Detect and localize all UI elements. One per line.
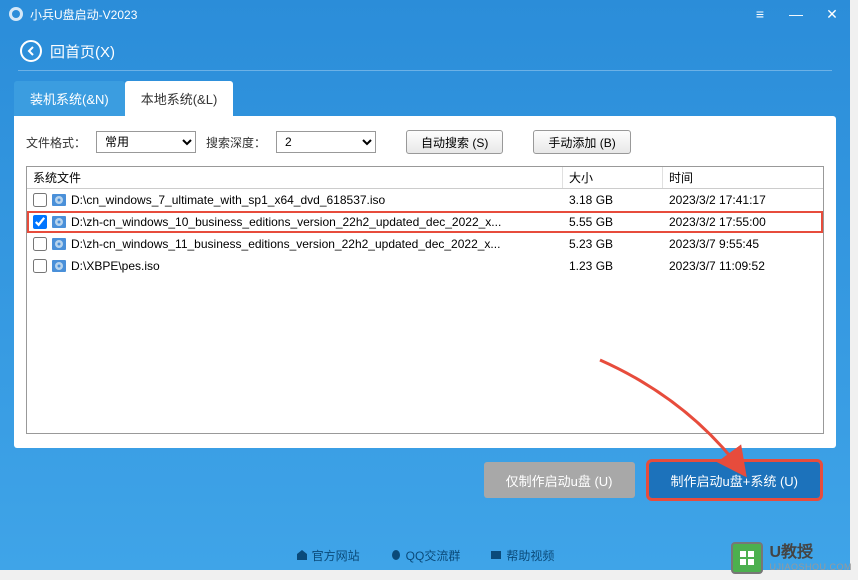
watermark-name: U教授 (769, 543, 852, 562)
file-path: D:\zh-cn_windows_10_business_editions_ve… (71, 215, 501, 229)
header-file[interactable]: 系统文件 (27, 167, 563, 188)
file-size: 1.23 GB (563, 255, 663, 277)
video-icon (490, 549, 502, 561)
file-path: D:\zh-cn_windows_11_business_editions_ve… (71, 237, 500, 251)
qq-group-link[interactable]: QQ交流群 (390, 547, 461, 564)
file-time: 2023/3/2 17:41:17 (663, 189, 823, 211)
divider (18, 70, 832, 71)
main-panel: 文件格式： 常用 搜索深度： 2 自动搜索 (S) 手动添加 (B) 系统文件 … (14, 116, 836, 448)
home-icon (296, 549, 308, 561)
close-button[interactable]: ✕ (822, 4, 842, 24)
make-usb-system-button[interactable]: 制作启动u盘+系统 (U) (649, 462, 820, 498)
header-size[interactable]: 大小 (563, 167, 663, 188)
back-arrow-icon (20, 40, 42, 62)
minimize-button[interactable]: — (786, 4, 806, 24)
footer-buttons: 仅制作启动u盘 (U) 制作启动u盘+系统 (U) (14, 448, 836, 498)
file-path: D:\XBPE\pes.iso (71, 259, 160, 273)
window-title: 小兵U盘启动-V2023 (30, 6, 750, 23)
file-time: 2023/3/7 11:09:52 (663, 255, 823, 277)
depth-label: 搜索深度： (206, 134, 266, 151)
watermark-url: UJIAOSHOU.COM (769, 562, 852, 573)
disk-icon (51, 215, 67, 229)
app-icon (8, 6, 24, 22)
bottom-bar: 官方网站 QQ交流群 帮助视频 (0, 540, 850, 570)
back-label: 回首页(X) (50, 41, 115, 62)
file-size: 5.55 GB (563, 211, 663, 233)
row-checkbox[interactable] (33, 215, 47, 229)
tab-local-system[interactable]: 本地系统(&L) (125, 81, 234, 116)
row-checkbox[interactable] (33, 259, 47, 273)
disk-icon (51, 259, 67, 273)
format-select[interactable]: 常用 (96, 131, 196, 153)
auto-search-button[interactable]: 自动搜索 (S) (406, 130, 503, 154)
file-size: 3.18 GB (563, 189, 663, 211)
back-button[interactable]: 回首页(X) (0, 28, 850, 70)
row-checkbox[interactable] (33, 237, 47, 251)
table-row[interactable]: D:\zh-cn_windows_10_business_editions_ve… (27, 211, 823, 233)
row-checkbox[interactable] (33, 193, 47, 207)
file-time: 2023/3/7 9:55:45 (663, 233, 823, 255)
table-row[interactable]: D:\cn_windows_7_ultimate_with_sp1_x64_dv… (27, 189, 823, 211)
table-row[interactable]: D:\XBPE\pes.iso 1.23 GB2023/3/7 11:09:52 (27, 255, 823, 277)
depth-select[interactable]: 2 (276, 131, 376, 153)
table-row[interactable]: D:\zh-cn_windows_11_business_editions_ve… (27, 233, 823, 255)
file-table: 系统文件 大小 时间 D:\cn_windows_7_ultimate_with… (26, 166, 824, 434)
header-time[interactable]: 时间 (663, 167, 823, 188)
tutorial-link[interactable]: 帮助视频 (490, 547, 554, 564)
filter-row: 文件格式： 常用 搜索深度： 2 自动搜索 (S) 手动添加 (B) (26, 130, 824, 154)
disk-icon (51, 193, 67, 207)
tabs: 装机系统(&N) 本地系统(&L) (14, 81, 836, 116)
format-label: 文件格式： (26, 134, 86, 151)
file-size: 5.23 GB (563, 233, 663, 255)
file-path: D:\cn_windows_7_ultimate_with_sp1_x64_dv… (71, 193, 385, 207)
menu-button[interactable]: ≡ (750, 4, 770, 24)
table-header: 系统文件 大小 时间 (27, 167, 823, 189)
disk-icon (51, 237, 67, 251)
watermark-logo (731, 542, 763, 574)
file-time: 2023/3/2 17:55:00 (663, 211, 823, 233)
official-site-link[interactable]: 官方网站 (296, 547, 360, 564)
manual-add-button[interactable]: 手动添加 (B) (533, 130, 630, 154)
tab-install-system[interactable]: 装机系统(&N) (14, 81, 125, 116)
qq-icon (390, 549, 402, 561)
titlebar: 小兵U盘启动-V2023 ≡ — ✕ (0, 0, 850, 28)
make-usb-only-button[interactable]: 仅制作启动u盘 (U) (484, 462, 635, 498)
watermark: U教授 UJIAOSHOU.COM (731, 542, 852, 574)
